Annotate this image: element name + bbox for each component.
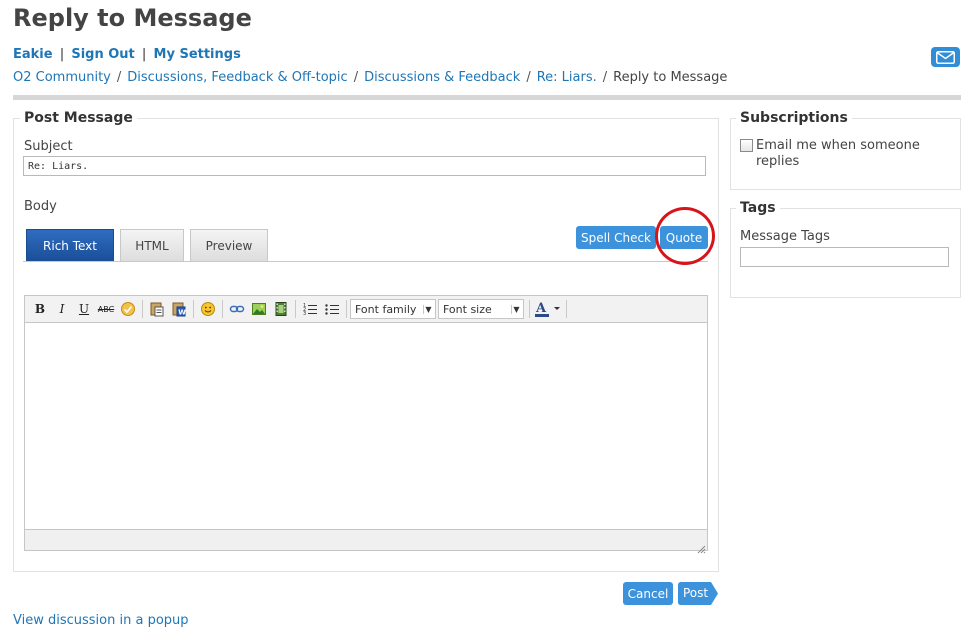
svg-text:W: W bbox=[178, 309, 186, 317]
email-subscription-label: Email me when someone replies bbox=[756, 138, 920, 170]
breadcrumb-separator: / bbox=[116, 70, 122, 85]
tags-title: Tags bbox=[736, 200, 780, 216]
mail-button[interactable] bbox=[931, 47, 960, 67]
message-tags-label: Message Tags bbox=[740, 229, 830, 244]
tabs-underline bbox=[23, 261, 708, 262]
post-message-title: Post Message bbox=[20, 110, 137, 126]
subject-input[interactable] bbox=[23, 156, 706, 176]
font-size-select[interactable]: Font size ▼ bbox=[438, 299, 524, 319]
breadcrumb-separator: / bbox=[602, 70, 608, 85]
nav-separator: | bbox=[141, 47, 147, 62]
paste-word-icon[interactable]: W bbox=[168, 299, 190, 319]
underline-icon[interactable]: U bbox=[73, 299, 95, 319]
toolbar-separator bbox=[346, 300, 347, 318]
paste-text-icon[interactable] bbox=[146, 299, 168, 319]
image-icon[interactable] bbox=[248, 299, 270, 319]
breadcrumb-item-thread[interactable]: Re: Liars. bbox=[537, 70, 597, 85]
breadcrumb: O2 Community / Discussions, Feedback & Off… bbox=[13, 70, 727, 85]
chevron-down-icon: ▼ bbox=[423, 304, 433, 314]
user-nav: Eakie | Sign Out | My Settings bbox=[13, 47, 241, 62]
post-button-label: Post bbox=[683, 586, 709, 600]
svg-text:3: 3 bbox=[303, 311, 306, 317]
spell-check-button[interactable]: Spell Check bbox=[576, 226, 656, 249]
font-size-label: Font size bbox=[443, 302, 492, 316]
subscriptions-title: Subscriptions bbox=[736, 110, 852, 126]
envelope-icon bbox=[936, 50, 955, 64]
email-subscription-label-line1: Email me when someone bbox=[756, 138, 920, 153]
toolbar-separator bbox=[142, 300, 143, 318]
cancel-button[interactable]: Cancel bbox=[623, 582, 673, 605]
breadcrumb-item-o2-community[interactable]: O2 Community bbox=[13, 70, 111, 85]
toolbar-separator bbox=[566, 300, 567, 318]
tab-preview[interactable]: Preview bbox=[190, 229, 268, 261]
subject-label: Subject bbox=[24, 139, 73, 154]
nav-separator: | bbox=[59, 47, 65, 62]
bold-icon[interactable]: B bbox=[29, 299, 51, 319]
link-icon[interactable] bbox=[226, 299, 248, 319]
editor-toolbar: B I U ABC W 123 Font family ▼ Font size … bbox=[25, 296, 707, 323]
text-color-icon[interactable]: A bbox=[533, 299, 563, 319]
toolbar-separator bbox=[529, 300, 530, 318]
tab-html[interactable]: HTML bbox=[120, 229, 184, 261]
bullet-list-icon[interactable] bbox=[321, 299, 343, 319]
tab-rich-text[interactable]: Rich Text bbox=[26, 229, 114, 261]
my-settings-link[interactable]: My Settings bbox=[154, 47, 241, 62]
resize-handle-icon[interactable] bbox=[696, 539, 706, 554]
editor-statusbar bbox=[25, 529, 707, 550]
quote-highlight-circle bbox=[655, 207, 715, 265]
message-tags-input[interactable] bbox=[740, 247, 949, 267]
breadcrumb-separator: / bbox=[526, 70, 531, 85]
body-label: Body bbox=[24, 199, 57, 214]
emoticon-icon[interactable] bbox=[197, 299, 219, 319]
strikethrough-icon[interactable]: ABC bbox=[95, 299, 117, 319]
breadcrumb-item-discussions-feedback[interactable]: Discussions & Feedback bbox=[364, 70, 520, 85]
sign-out-link[interactable]: Sign Out bbox=[71, 47, 134, 62]
header-divider bbox=[13, 95, 961, 100]
email-subscription-label-line2: replies bbox=[756, 154, 800, 169]
chevron-down-icon: ▼ bbox=[511, 304, 521, 314]
rich-text-editor[interactable] bbox=[24, 295, 708, 551]
email-subscription-checkbox[interactable] bbox=[740, 139, 753, 152]
breadcrumb-separator: / bbox=[353, 70, 359, 85]
toolbar-separator bbox=[295, 300, 296, 318]
page-title: Reply to Message bbox=[13, 4, 252, 32]
numbered-list-icon[interactable]: 123 bbox=[299, 299, 321, 319]
italic-icon[interactable]: I bbox=[51, 299, 73, 319]
toolbar-separator bbox=[193, 300, 194, 318]
view-discussion-link[interactable]: View discussion in a popup bbox=[13, 613, 189, 628]
breadcrumb-item-discussions-offtopic[interactable]: Discussions, Feedback & Off-topic bbox=[127, 70, 347, 85]
video-icon[interactable] bbox=[270, 299, 292, 319]
font-family-select[interactable]: Font family ▼ bbox=[350, 299, 436, 319]
breadcrumb-current: Reply to Message bbox=[613, 70, 728, 85]
post-button[interactable]: Post bbox=[678, 582, 718, 605]
svg-text:A: A bbox=[535, 301, 547, 316]
toolbar-separator bbox=[222, 300, 223, 318]
user-name-link[interactable]: Eakie bbox=[13, 47, 53, 62]
font-family-label: Font family bbox=[355, 302, 417, 316]
spellcheck-icon[interactable] bbox=[117, 299, 139, 319]
